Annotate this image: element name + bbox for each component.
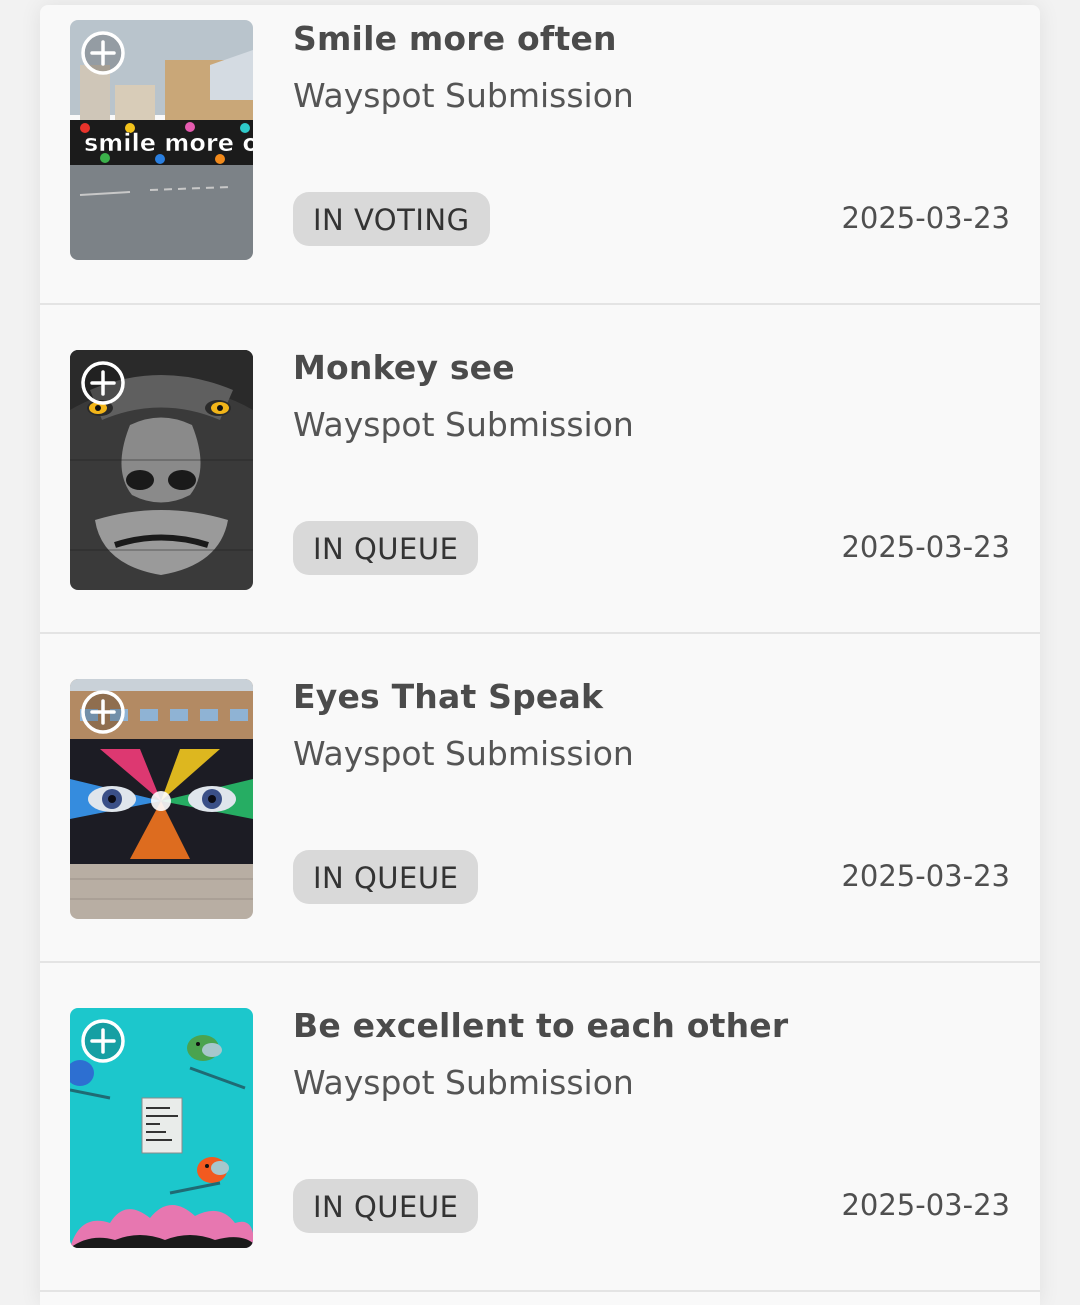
submission-title: Smile more often — [293, 19, 617, 58]
submission-item[interactable]: Eyes That Speak Wayspot Submission IN QU… — [40, 634, 1040, 963]
submission-item[interactable]: Be excellent to each other Wayspot Submi… — [40, 963, 1040, 1292]
submission-title: Eyes That Speak — [293, 677, 604, 716]
status-badge: IN QUEUE — [293, 521, 479, 575]
submission-date: 2025-03-23 — [841, 530, 1010, 564]
add-circle-icon[interactable] — [80, 689, 126, 735]
submission-title: Monkey see — [293, 348, 515, 387]
submission-title: Be excellent to each other — [293, 1006, 789, 1045]
submission-thumbnail[interactable] — [70, 350, 253, 590]
submission-list: smile more ofte Smile more often Wayspot… — [40, 5, 1040, 1305]
submission-type: Wayspot Submission — [293, 76, 634, 115]
status-badge: IN VOTING — [293, 192, 490, 246]
submission-thumbnail[interactable] — [70, 1008, 253, 1248]
submission-type: Wayspot Submission — [293, 1063, 634, 1102]
submission-date: 2025-03-23 — [841, 859, 1010, 893]
submission-thumbnail[interactable] — [70, 679, 253, 919]
submission-type: Wayspot Submission — [293, 734, 634, 773]
add-circle-icon[interactable] — [80, 30, 126, 76]
submission-item[interactable]: smile more ofte Smile more often Wayspot… — [40, 5, 1040, 305]
submission-date: 2025-03-23 — [841, 201, 1010, 235]
add-circle-icon[interactable] — [80, 1018, 126, 1064]
status-badge: IN QUEUE — [293, 1179, 479, 1233]
submission-thumbnail[interactable]: smile more ofte — [70, 20, 253, 260]
submission-item[interactable]: Monkey see Wayspot Submission IN QUEUE 2… — [40, 305, 1040, 634]
status-badge: IN QUEUE — [293, 850, 479, 904]
submission-type: Wayspot Submission — [293, 405, 634, 444]
mural-text: smile more ofte — [84, 129, 253, 157]
add-circle-icon[interactable] — [80, 360, 126, 406]
submission-date: 2025-03-23 — [841, 1188, 1010, 1222]
